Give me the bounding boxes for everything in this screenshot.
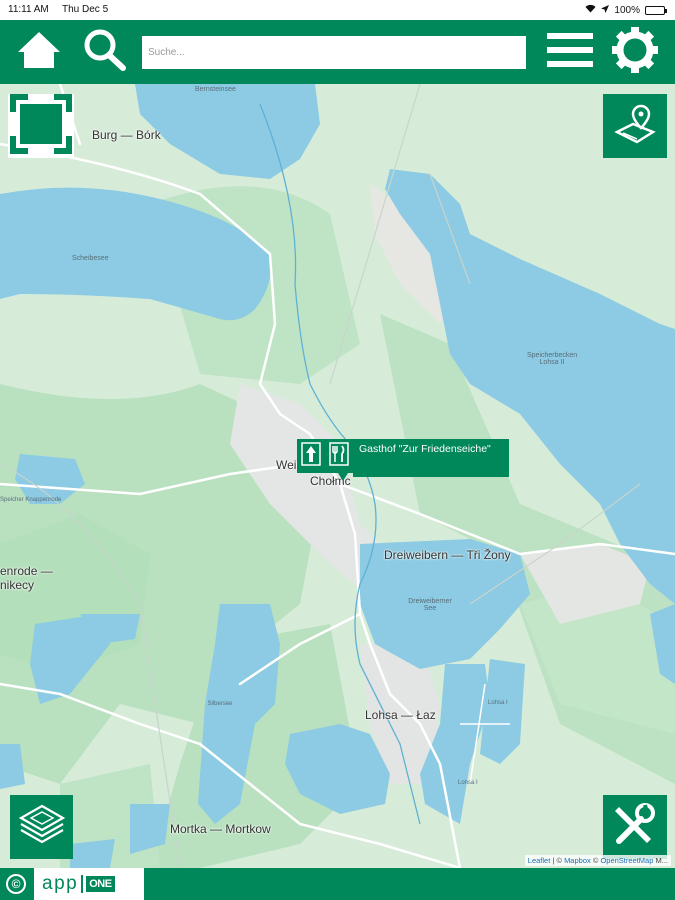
search-input[interactable]	[142, 36, 526, 69]
place-label: enrode —	[0, 564, 53, 578]
map-attribution: Leaflet | © Mapbox © OpenStreetMap M...	[524, 855, 671, 866]
mapbox-link[interactable]: Mapbox	[564, 856, 591, 865]
poi-popup[interactable]: Gasthof "Zur Friedenseiche"	[353, 439, 509, 477]
location-arrow-icon	[601, 4, 610, 16]
water-label: Scheibesee	[72, 255, 109, 262]
menu-button[interactable]	[545, 28, 595, 76]
restaurant-icon	[329, 441, 349, 471]
layers-button[interactable]	[10, 795, 73, 859]
water-label: Speicherbecken Lohsa II	[527, 352, 578, 366]
fullscreen-button[interactable]	[8, 92, 74, 161]
map-location-icon	[613, 102, 657, 151]
poi-marker[interactable]	[297, 439, 353, 473]
fullscreen-icon	[8, 92, 74, 161]
place-label: Dreiweibern — Tři Žony	[384, 548, 511, 562]
place-label: nikecy	[0, 578, 35, 592]
status-right: 100%	[585, 4, 667, 16]
layers-icon	[18, 802, 65, 853]
water-label: Silbersee	[207, 701, 233, 707]
place-label: Mortka — Mortkow	[170, 822, 271, 836]
parking-arrow-icon	[301, 441, 321, 471]
water-label: Bernsteinsee	[195, 86, 236, 93]
app-one-logo: app ONE	[34, 868, 144, 900]
water-label: Dreiweiberner See	[408, 598, 452, 612]
copyright-icon: ©	[6, 874, 26, 894]
footer-bar: © app ONE	[0, 868, 675, 900]
water-label: Speicher Knappenrode	[0, 497, 62, 503]
status-time: 11:11 AM	[8, 4, 49, 15]
water-label: Lohsa I	[458, 780, 478, 786]
search-icon	[82, 28, 128, 77]
logo-one-text: ONE	[86, 876, 115, 892]
status-bar: 11:11 AM Thu Dec 5 100%	[0, 0, 675, 20]
home-icon	[16, 30, 62, 75]
poi-marker-tail	[338, 473, 348, 481]
menu-icon	[547, 31, 593, 74]
place-label: Burg — Bórk	[92, 128, 161, 142]
tools-icon	[611, 801, 659, 854]
logo-app-text: app	[42, 873, 79, 894]
osm-link[interactable]: OpenStreetMap	[600, 856, 653, 865]
wifi-icon	[585, 4, 596, 16]
battery-percent: 100%	[614, 4, 640, 16]
battery-icon	[645, 5, 667, 15]
top-bar	[0, 20, 675, 84]
gear-icon	[611, 26, 659, 79]
tools-button[interactable]	[603, 795, 667, 859]
map-location-button[interactable]	[603, 94, 667, 158]
place-label: Lohsa — Łaz	[365, 708, 436, 722]
water-label: Lohsa I	[488, 700, 508, 706]
status-date: Thu Dec 5	[62, 4, 109, 15]
search-button[interactable]	[80, 28, 130, 76]
logo-separator	[81, 875, 84, 893]
leaflet-link[interactable]: Leaflet	[528, 856, 551, 865]
settings-button[interactable]	[610, 26, 660, 79]
home-button[interactable]	[14, 28, 64, 76]
